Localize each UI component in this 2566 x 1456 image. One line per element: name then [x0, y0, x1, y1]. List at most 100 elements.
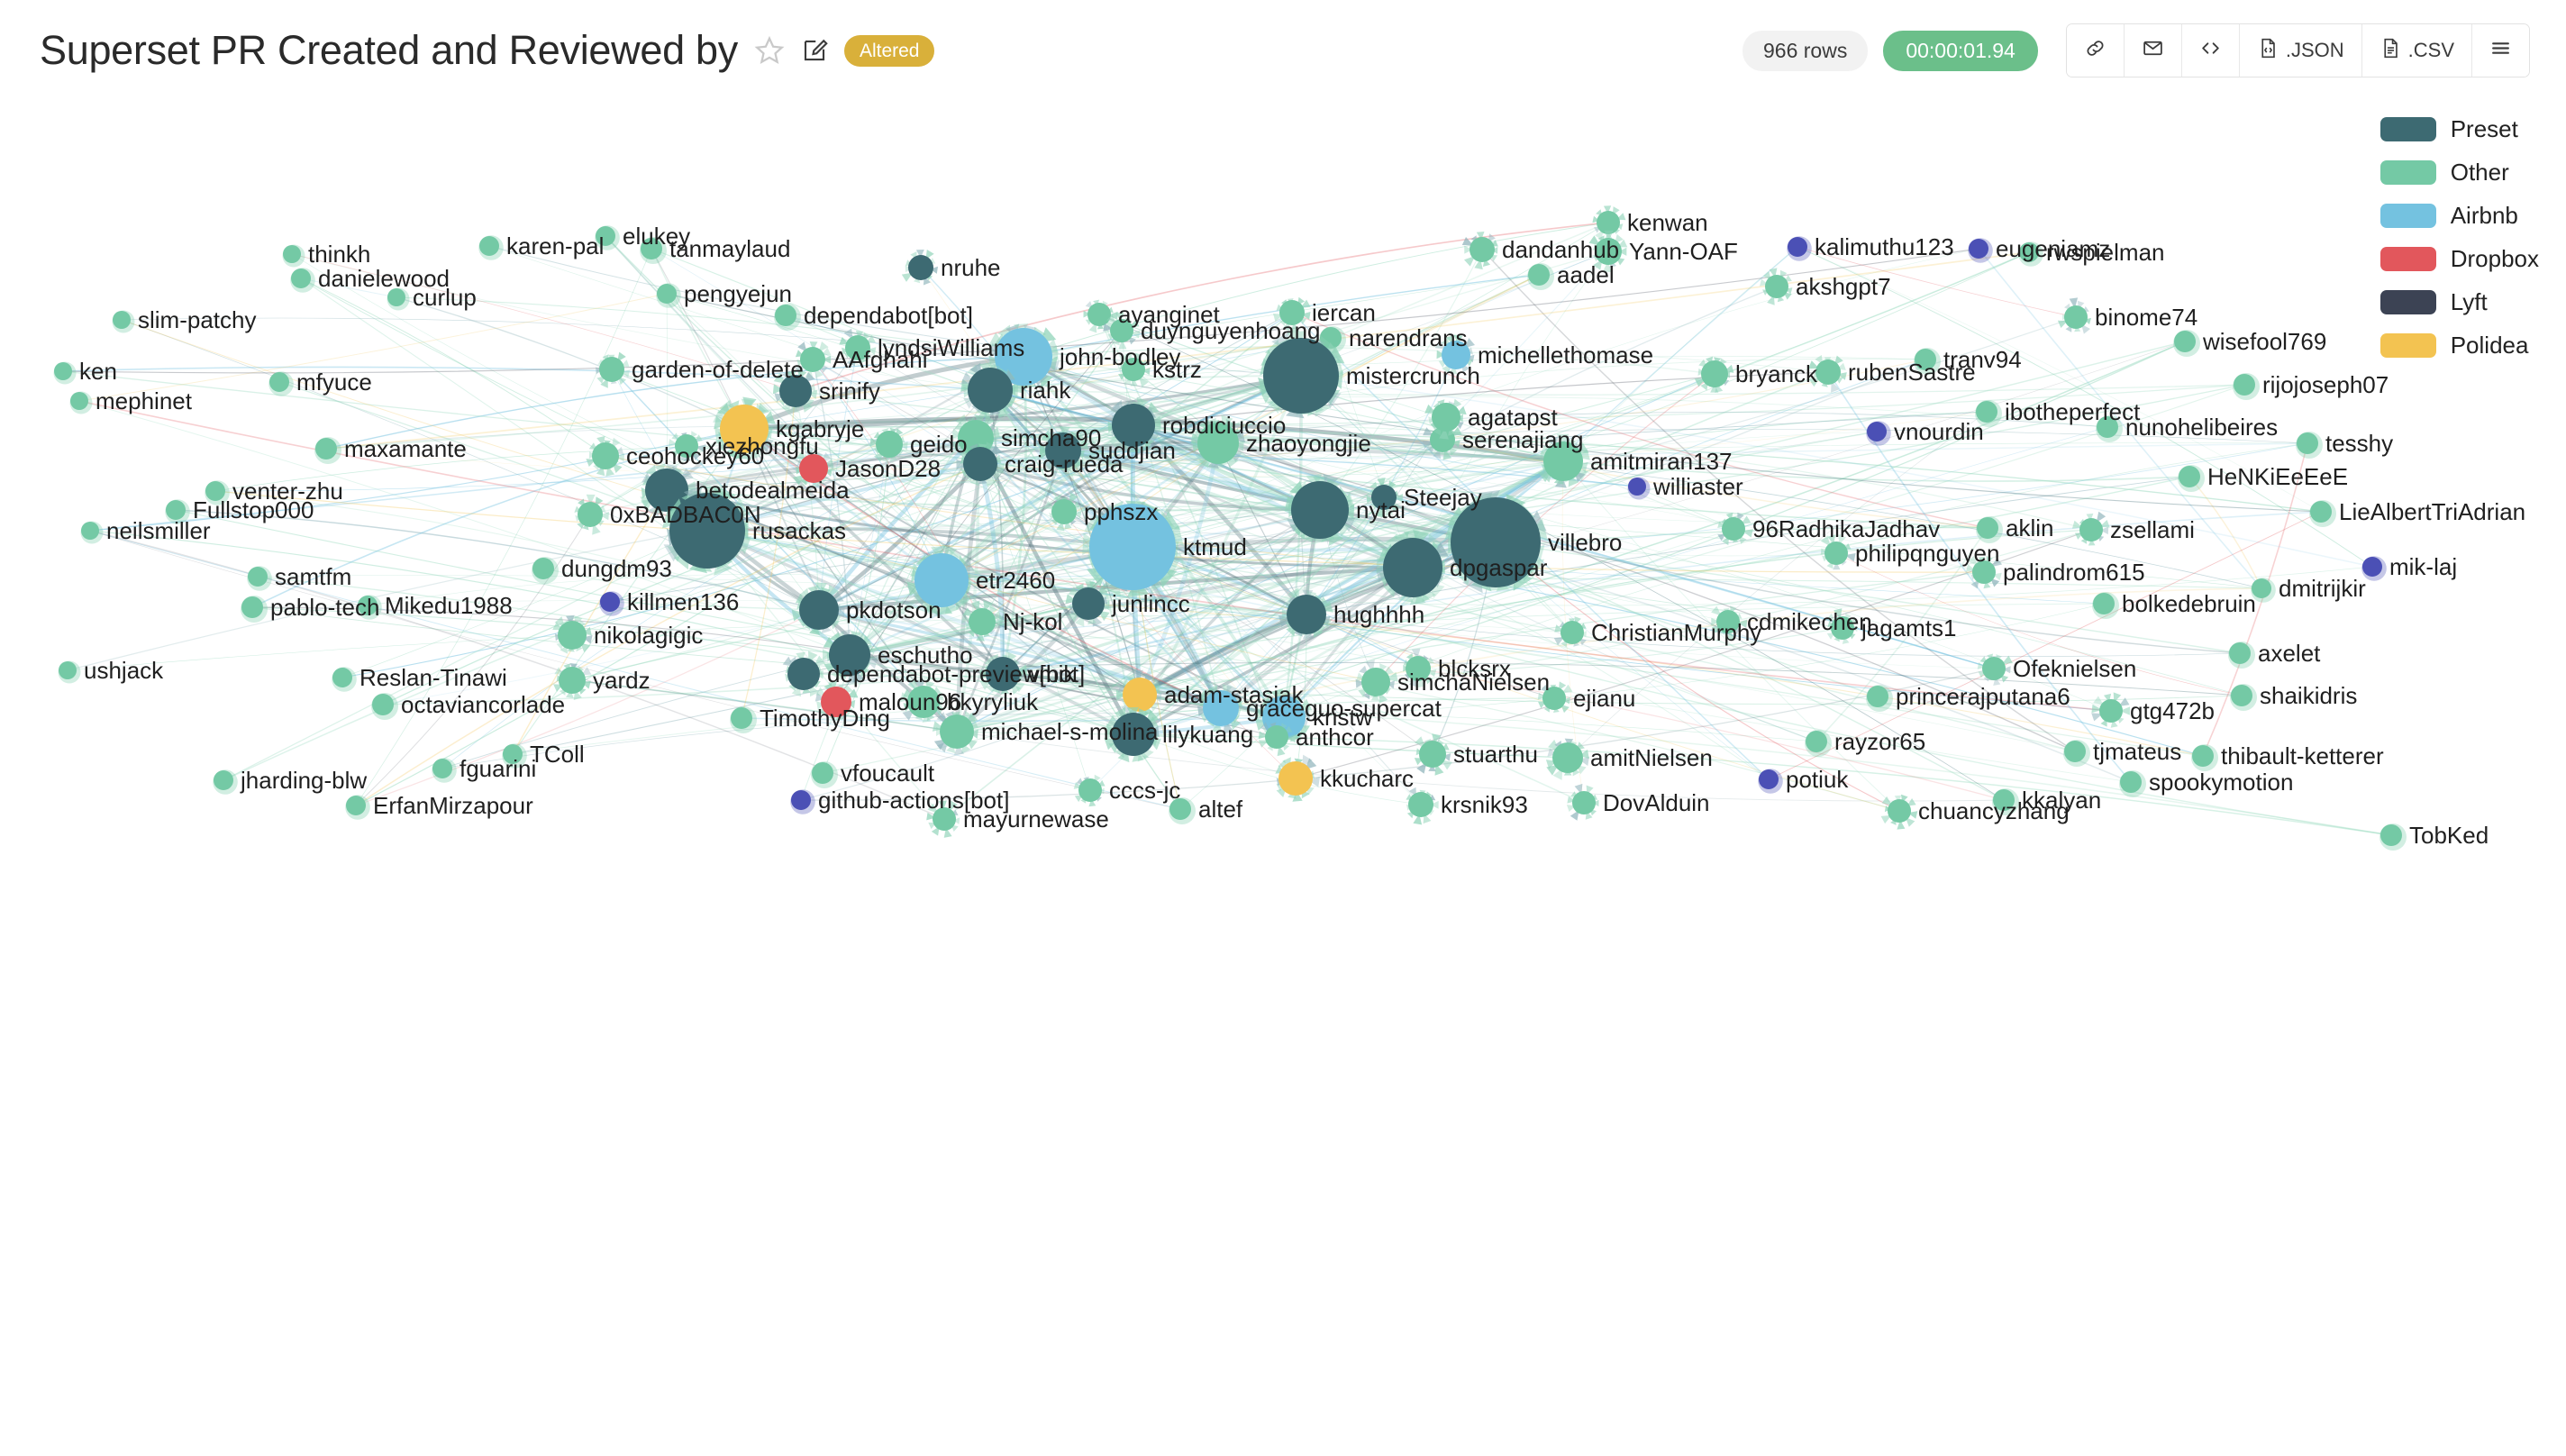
- graph-node[interactable]: [1722, 517, 1745, 541]
- graph-node[interactable]: [1089, 504, 1176, 590]
- graph-node[interactable]: [1072, 587, 1105, 620]
- legend-item-polidea[interactable]: Polidea: [2379, 332, 2539, 359]
- graph-node[interactable]: [432, 759, 452, 778]
- graph-node[interactable]: [1045, 432, 1081, 469]
- graph-node[interactable]: [2064, 741, 2086, 762]
- legend-item-airbnb[interactable]: Airbnb: [2379, 202, 2539, 230]
- download-csv-button[interactable]: .CSV: [2361, 24, 2472, 77]
- graph-node[interactable]: [479, 236, 499, 256]
- graph-node[interactable]: [332, 668, 352, 687]
- graph-node[interactable]: [1701, 360, 1728, 387]
- graph-node[interactable]: [1432, 403, 1460, 432]
- share-link-button[interactable]: [2066, 24, 2125, 77]
- graph-node[interactable]: [113, 311, 131, 329]
- graph-node[interactable]: [1993, 789, 2015, 811]
- edit-icon[interactable]: [801, 37, 828, 64]
- graph-node[interactable]: [1406, 656, 1431, 681]
- graph-node[interactable]: [1982, 657, 2006, 680]
- graph-node[interactable]: [1203, 690, 1239, 726]
- graph-node[interactable]: [1543, 441, 1583, 481]
- graph-node[interactable]: [731, 707, 752, 729]
- graph-node[interactable]: [876, 431, 903, 458]
- graph-node[interactable]: [1371, 485, 1397, 510]
- graph-node[interactable]: [1759, 769, 1779, 789]
- graph-node[interactable]: [1112, 713, 1155, 756]
- star-icon[interactable]: [754, 35, 785, 66]
- graph-node[interactable]: [596, 226, 615, 246]
- graph-node[interactable]: [1867, 422, 1887, 441]
- graph-node[interactable]: [1788, 237, 1807, 257]
- graph-node[interactable]: [720, 405, 769, 453]
- graph-node[interactable]: [1087, 303, 1111, 326]
- graph-node[interactable]: [800, 347, 825, 372]
- graph-node[interactable]: [2380, 824, 2402, 846]
- graph-node[interactable]: [821, 687, 851, 717]
- graph-node[interactable]: [812, 762, 833, 784]
- graph-node[interactable]: [1051, 499, 1077, 524]
- graph-node[interactable]: [1122, 358, 1145, 381]
- graph-node[interactable]: [1976, 401, 1997, 423]
- graph-node[interactable]: [1263, 338, 1339, 414]
- graph-node[interactable]: [600, 592, 620, 612]
- graph-node[interactable]: [166, 500, 186, 520]
- graph-node[interactable]: [799, 590, 839, 630]
- legend-item-lyft[interactable]: Lyft: [2379, 288, 2539, 316]
- graph-node[interactable]: [675, 434, 698, 458]
- legend-item-preset[interactable]: Preset: [2379, 115, 2539, 143]
- graph-node[interactable]: [1969, 239, 1988, 259]
- graph-node[interactable]: [291, 268, 311, 288]
- graph-chart-canvas[interactable]: thinkh karen-pal elukey tanmaylaud kenwan dan…: [0, 101, 2566, 1456]
- graph-node[interactable]: [2252, 578, 2271, 598]
- graph-node[interactable]: [657, 284, 677, 304]
- graph-node[interactable]: [1197, 423, 1239, 464]
- graph-node[interactable]: [940, 714, 974, 749]
- graph-node[interactable]: [269, 372, 289, 392]
- graph-node[interactable]: [1383, 538, 1442, 597]
- graph-node[interactable]: [2174, 331, 2196, 352]
- graph-node[interactable]: [1419, 741, 1446, 768]
- graph-node[interactable]: [2297, 432, 2318, 454]
- graph-node[interactable]: [1765, 275, 1788, 298]
- graph-node[interactable]: [2120, 771, 2142, 793]
- graph-node[interactable]: [81, 522, 99, 540]
- graph-node[interactable]: [1628, 478, 1646, 496]
- graph-node[interactable]: [2179, 466, 2200, 487]
- graph-node[interactable]: [1915, 349, 1936, 370]
- graph-node[interactable]: [599, 357, 624, 382]
- legend-item-dropbox[interactable]: Dropbox: [2379, 245, 2539, 273]
- graph-node[interactable]: [1542, 687, 1566, 710]
- graph-node[interactable]: [779, 375, 812, 407]
- graph-node[interactable]: [1824, 541, 1848, 565]
- graph-node[interactable]: [248, 567, 268, 587]
- embed-code-button[interactable]: [2181, 24, 2240, 77]
- graph-node[interactable]: [1972, 560, 1996, 584]
- graph-node[interactable]: [532, 558, 554, 579]
- graph-node[interactable]: [1361, 668, 1390, 696]
- graph-node[interactable]: [2229, 642, 2251, 664]
- graph-node[interactable]: [914, 553, 969, 607]
- graph-node[interactable]: [1265, 725, 1288, 749]
- legend-item-other[interactable]: Other: [2379, 159, 2539, 187]
- graph-node[interactable]: [2231, 685, 2252, 706]
- graph-node[interactable]: [845, 335, 870, 360]
- graph-node[interactable]: [1112, 404, 1155, 447]
- graph-node[interactable]: [1110, 319, 1133, 342]
- graph-node[interactable]: [315, 438, 337, 460]
- graph-node[interactable]: [346, 796, 366, 815]
- graph-node[interactable]: [907, 686, 940, 718]
- more-options-button[interactable]: [2472, 24, 2529, 77]
- graph-node[interactable]: [1888, 799, 1911, 823]
- graph-node[interactable]: [2093, 593, 2115, 614]
- graph-node[interactable]: [791, 790, 811, 810]
- graph-node[interactable]: [1977, 517, 1998, 539]
- graph-node[interactable]: [829, 634, 870, 676]
- download-json-button[interactable]: .JSON: [2239, 24, 2362, 77]
- graph-node[interactable]: [59, 661, 77, 679]
- graph-node[interactable]: [578, 502, 603, 527]
- graph-node[interactable]: [559, 667, 586, 694]
- graph-node[interactable]: [2079, 518, 2103, 541]
- graph-node[interactable]: [1867, 686, 1888, 707]
- graph-node[interactable]: [70, 392, 88, 410]
- graph-node[interactable]: [283, 245, 301, 263]
- graph-node[interactable]: [241, 596, 263, 618]
